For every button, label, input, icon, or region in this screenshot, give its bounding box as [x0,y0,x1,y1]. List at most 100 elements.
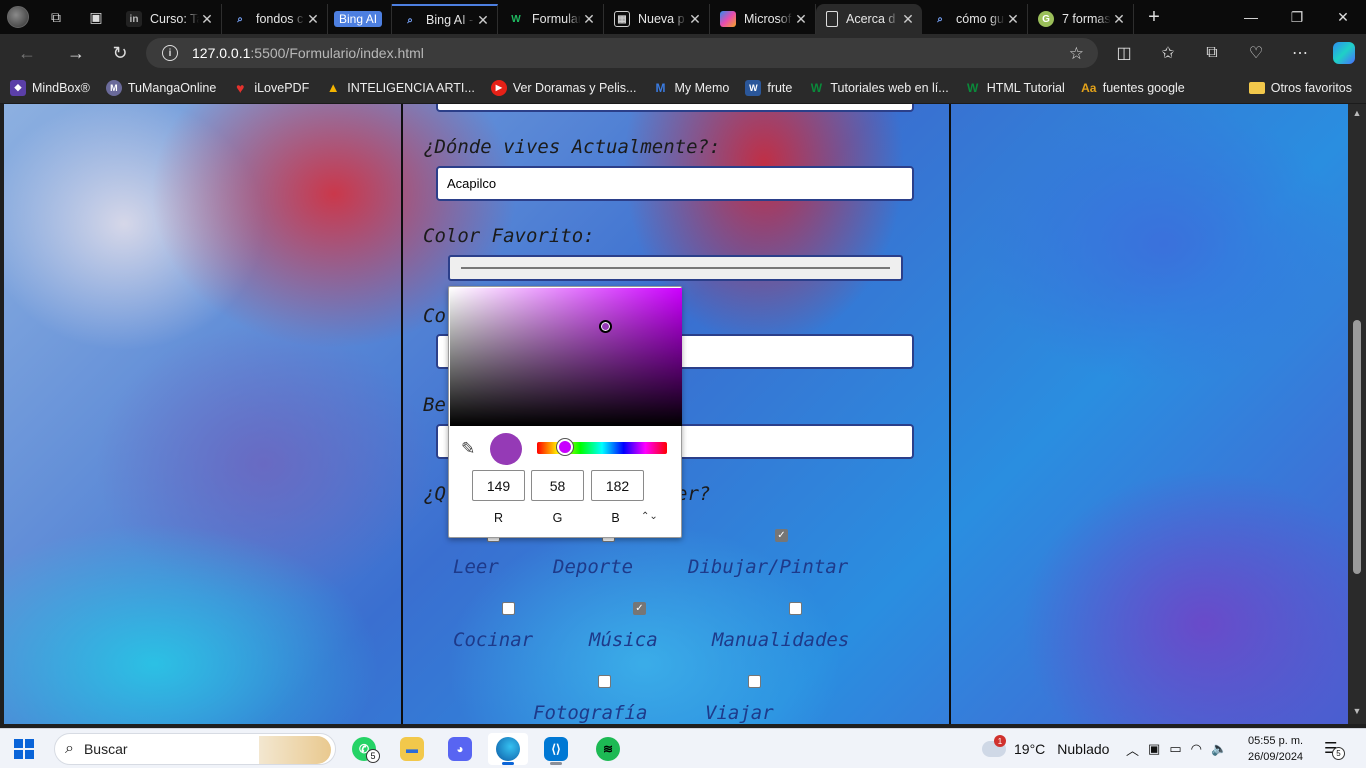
favorites-icon[interactable]: ✩ [1146,34,1190,72]
meet-icon[interactable]: ▣ [1148,741,1160,757]
wifi-icon[interactable]: ◠ [1191,741,1202,757]
favorite-label: Ver Doramas y Pelis... [512,80,637,95]
close-tab-icon[interactable]: ✕ [900,11,916,28]
page-scrollbar[interactable]: ▲ ▼ [1348,104,1366,724]
profile-button[interactable] [0,0,36,34]
close-tab-icon[interactable]: ✕ [475,12,491,29]
taskbar-search-box[interactable]: ⌕ Buscar [54,733,336,765]
green-value-input[interactable]: 58 [531,470,584,501]
favorite-frute[interactable]: Wfrute [745,79,792,96]
new-tab-button[interactable]: + [1134,6,1174,29]
checkbox-musica[interactable]: ✓ [633,602,646,615]
url-text[interactable]: 127.0.0.1:5500/Formulario/index.html [192,45,424,61]
folder-label: Otros favoritos [1270,81,1352,95]
hobby-label-viajar: Viajar [705,702,774,724]
checkbox-dibujar[interactable]: ✓ [775,529,788,542]
system-clock[interactable]: 05:55 p. m. 26/09/2024 [1248,733,1303,765]
taskbar-edge[interactable] [488,733,528,765]
calendar-icon: ▦ [614,11,630,27]
tab-title: fondos c [256,12,304,26]
hue-slider-handle[interactable] [557,439,573,455]
tab-bing-ai-group[interactable]: Bing AI [328,4,392,34]
taskbar-file-explorer[interactable]: ▬ [392,733,432,765]
browser-essentials-icon[interactable]: ♡ [1234,34,1278,72]
format-toggle-icon[interactable]: ⌃⌄ [641,511,658,522]
tab-bing-ai[interactable]: ⌕ Bing AI - ✕ [392,4,498,34]
tab-microsoft[interactable]: Microsof ✕ [710,4,816,34]
close-tab-icon[interactable]: ✕ [1111,11,1127,28]
other-favorites-folder[interactable]: Otros favoritos [1248,72,1352,104]
taskbar-discord[interactable]: ◕ [440,733,480,765]
address-bar[interactable]: i 127.0.0.1:5500/Formulario/index.html ☆ [146,38,1098,68]
taskbar-spotify[interactable]: ≋ [588,733,628,765]
workspaces-icon[interactable]: ⧉ [36,0,76,34]
tab-como-gu[interactable]: ⌕ cómo gu ✕ [922,4,1028,34]
notifications-icon[interactable]: ☰ 5 [1324,739,1345,760]
profile-avatar [7,6,29,28]
favorite-tutoriales[interactable]: W Tutoriales web en lí... [808,80,949,96]
favorite-doramas[interactable]: ▶ Ver Doramas y Pelis... [490,79,637,96]
saturation-handle[interactable] [599,320,612,333]
taskbar-vscode[interactable]: ⟨⟩ [536,733,576,765]
search-icon: ⌕ [937,13,943,25]
checkbox-cocinar[interactable] [502,602,515,615]
restore-icon[interactable]: ❐ [1274,0,1320,34]
minimize-icon[interactable]: — [1228,0,1274,34]
taskbar-whatsapp[interactable]: ✆ 5 [344,733,384,765]
favorite-mindbox[interactable]: ◆ MindBox® [10,79,90,96]
scrollbar-thumb[interactable] [1353,320,1361,574]
site-info-icon[interactable]: i [162,45,178,61]
close-tab-icon[interactable]: ✕ [581,11,597,28]
volume-icon[interactable]: 🔈 [1211,741,1227,757]
favorite-ilovepdf[interactable]: ♥ iLovePDF [232,80,309,96]
back-arrow-icon[interactable]: ← [0,34,54,72]
close-tab-icon[interactable]: ✕ [305,11,321,28]
split-screen-icon[interactable]: ◫ [1102,34,1146,72]
close-tab-icon[interactable]: ✕ [1005,11,1021,28]
weather-widget[interactable]: 1 19°C Nublado [982,729,1109,768]
favorite-html-tutorial[interactable]: W HTML Tutorial [965,80,1065,96]
checkbox-fotografia[interactable] [598,675,611,688]
favorite-label: fuentes google [1102,80,1185,95]
tab-title: Curso: Ta [150,12,199,26]
tab-formulario[interactable]: W Formular ✕ [498,4,604,34]
add-favorite-star-icon[interactable]: ☆ [1069,44,1084,64]
color-input[interactable] [448,255,903,281]
favorite-inteligencia[interactable]: ▲ INTELIGENCIA ARTI... [325,80,475,96]
hobby-label-leer: Leer [453,556,499,578]
checkbox-viajar[interactable] [748,675,761,688]
color-picker-popup: ✎ 149 58 182 R G B ⌃⌄ [448,286,682,538]
red-value-input[interactable]: 149 [472,470,525,501]
forward-arrow-icon[interactable]: → [54,34,98,72]
saturation-area[interactable] [450,288,682,426]
battery-icon[interactable]: ▭ [1169,741,1181,757]
hobby-label-manualidades: Manualidades [712,629,850,651]
windows-start-icon[interactable] [14,739,34,759]
favorite-tumangaonline[interactable]: M TuMangaOnline [105,79,216,96]
close-window-icon[interactable]: ✕ [1320,0,1366,34]
tab-7-formas[interactable]: G 7 formas ✕ [1028,4,1134,34]
hobby-label-cocinar: Cocinar [453,629,534,651]
favorite-fuentes-google[interactable]: Aa fuentes google [1081,80,1185,96]
previous-field[interactable] [436,104,914,112]
tab-actions-icon[interactable]: ▣ [76,0,116,34]
more-options-icon[interactable]: ⋯ [1278,34,1322,72]
refresh-icon[interactable]: ↻ [98,34,142,72]
tab-nueva[interactable]: ▦ Nueva p ✕ [604,4,710,34]
checkbox-manualidades[interactable] [789,602,802,615]
collections-icon[interactable]: ⧉ [1190,34,1234,72]
blue-value-input[interactable]: 182 [591,470,644,501]
favorite-mymemo[interactable]: M My Memo [652,80,729,96]
tab-acerca-active[interactable]: Acerca d ✕ [816,4,922,34]
scroll-up-arrow-icon[interactable]: ▲ [1352,108,1362,118]
copilot-button[interactable] [1322,34,1366,72]
residence-input[interactable]: Acapilco [436,166,914,201]
eyedropper-icon[interactable]: ✎ [461,439,475,459]
close-tab-icon[interactable]: ✕ [199,11,215,28]
show-hidden-icons-chevron-icon[interactable]: ︿ [1126,740,1139,759]
tab-fondos[interactable]: ⌕ fondos c ✕ [222,4,328,34]
scroll-down-arrow-icon[interactable]: ▼ [1352,706,1362,716]
tab-curso[interactable]: in Curso: Ta ✕ [116,4,222,34]
close-tab-icon[interactable]: ✕ [793,11,809,28]
close-tab-icon[interactable]: ✕ [687,11,703,28]
